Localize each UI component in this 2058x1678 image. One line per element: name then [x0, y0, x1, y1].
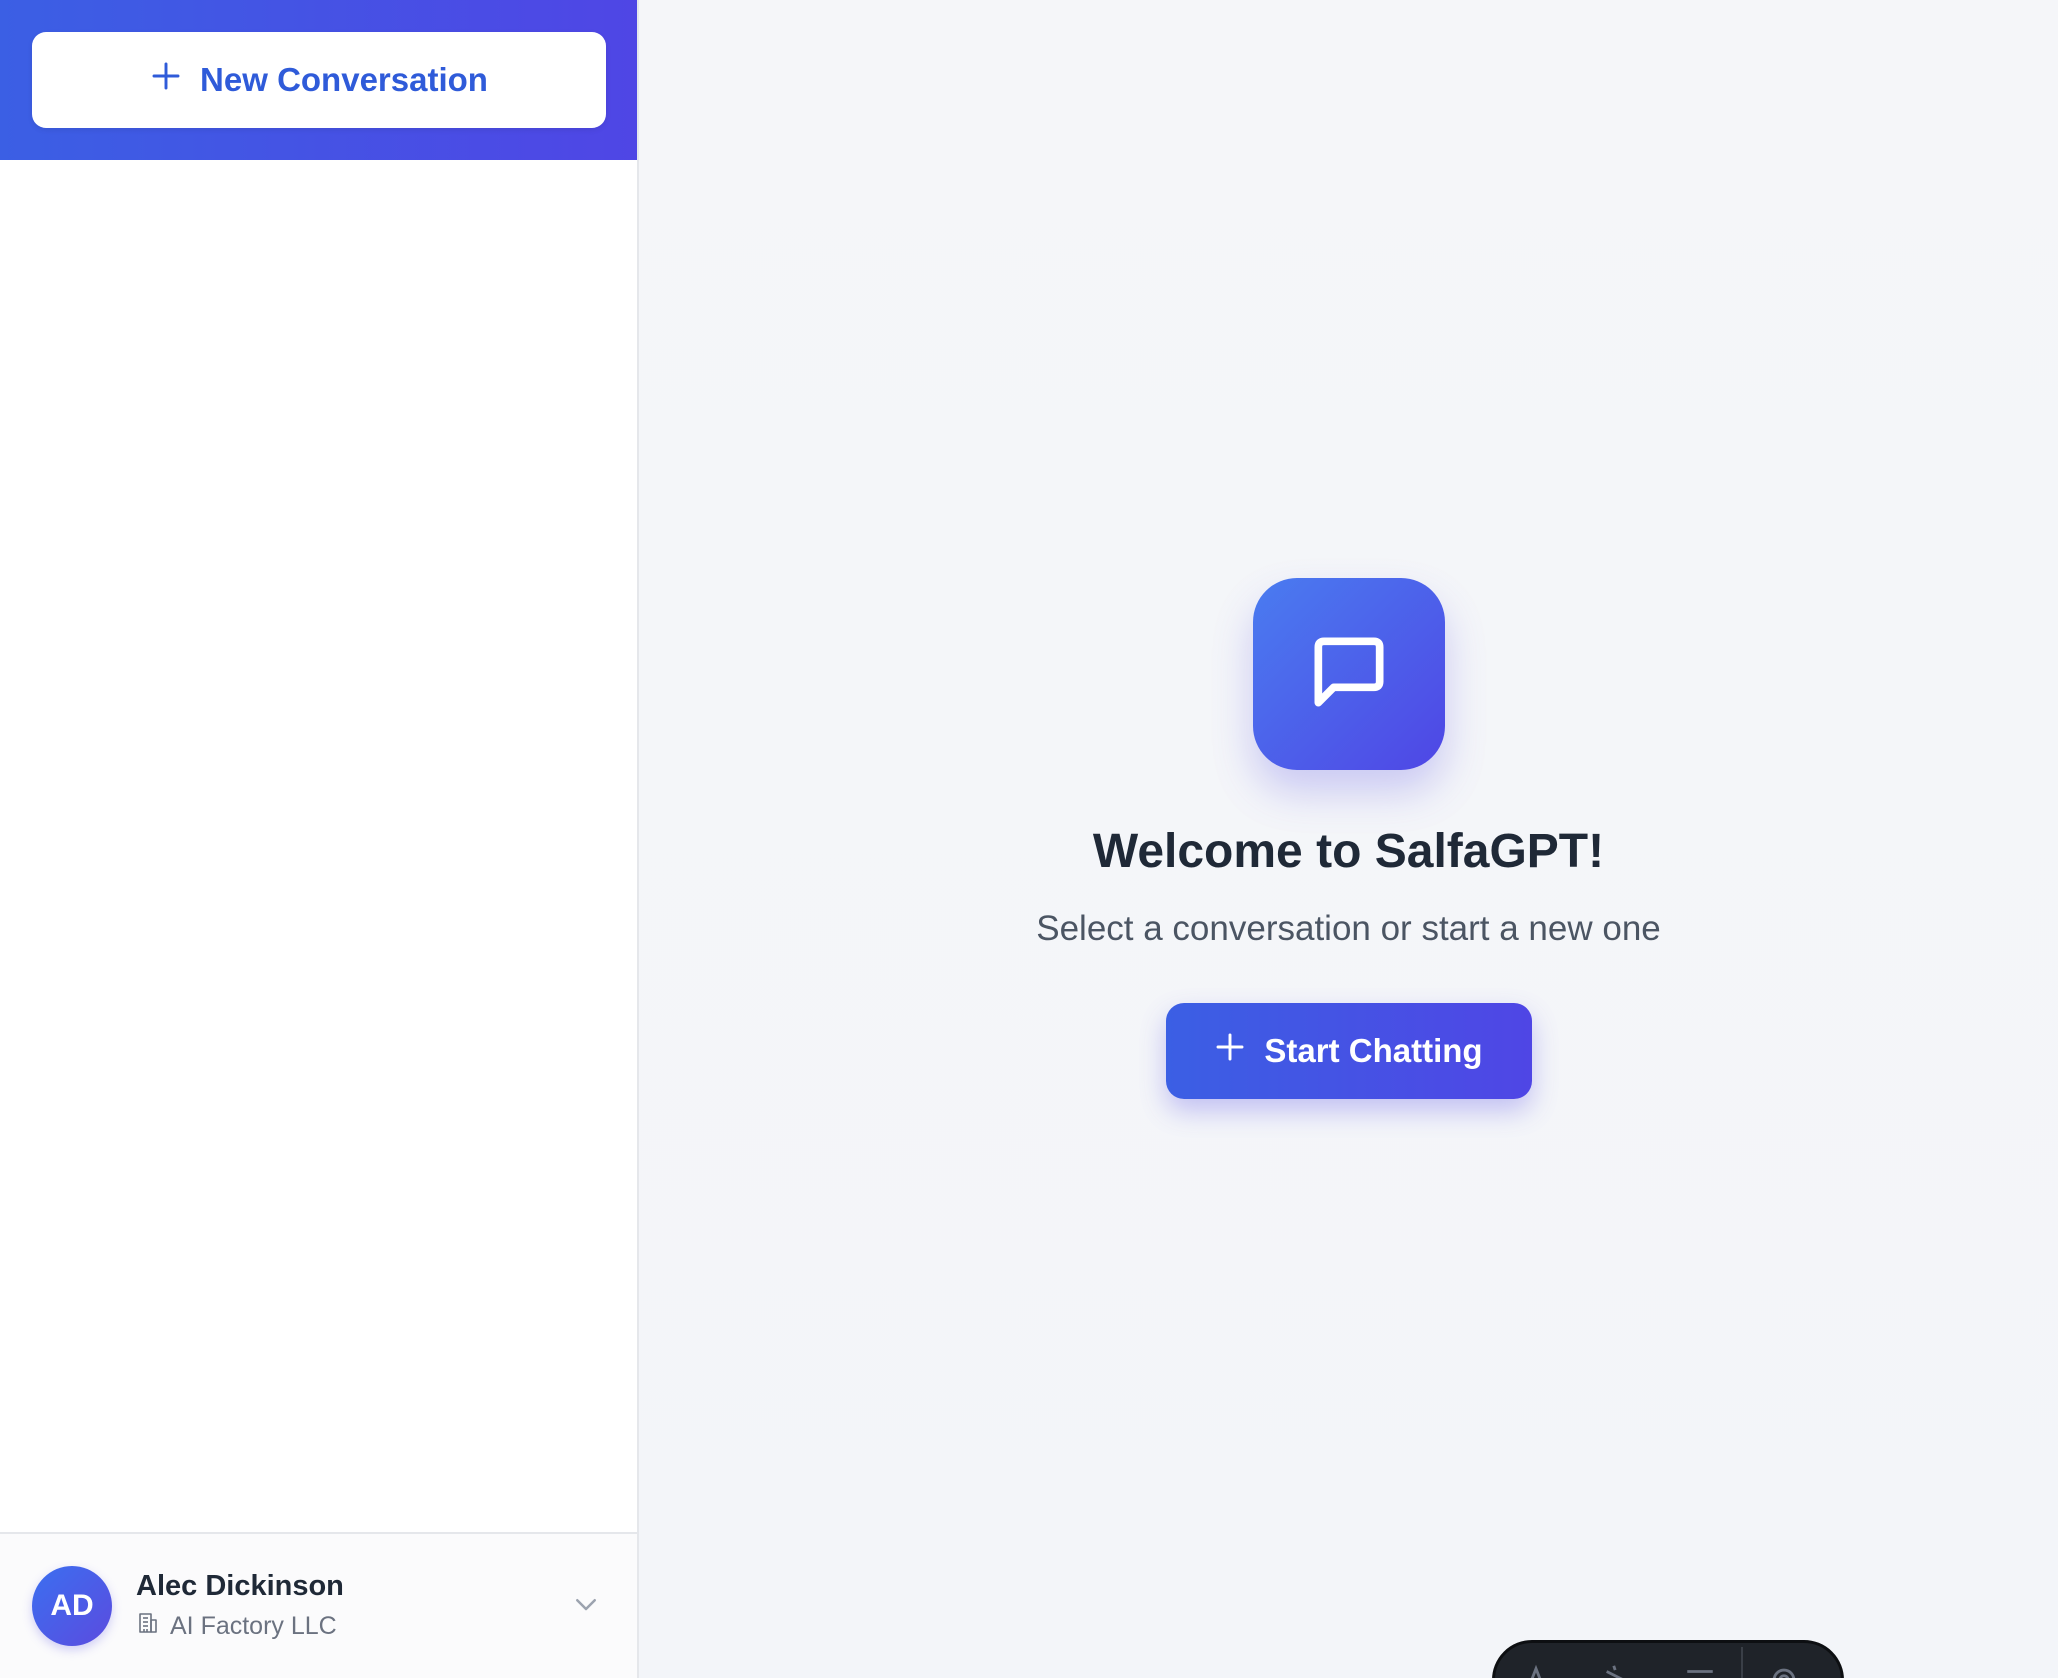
- menu-icon: [1683, 1663, 1717, 1678]
- building-icon: [136, 1611, 160, 1642]
- start-chatting-button[interactable]: Start Chatting: [1165, 1003, 1532, 1099]
- welcome-section: Welcome to SalfaGPT! Select a conversati…: [639, 578, 2058, 1099]
- chat-logo: [1252, 578, 1445, 770]
- user-name: Alec Dickinson: [136, 1570, 344, 1602]
- welcome-subtitle: Select a conversation or start a new one: [1036, 909, 1661, 948]
- new-conversation-button[interactable]: New Conversation: [32, 32, 606, 128]
- plus-icon: [1214, 1031, 1246, 1071]
- main-panel: Welcome to SalfaGPT! Select a conversati…: [639, 0, 2058, 1678]
- chat-bubble-icon: [1303, 626, 1395, 723]
- new-conversation-label: New Conversation: [200, 61, 488, 98]
- gear-icon: [1767, 1663, 1801, 1678]
- sidebar: New Conversation AD Alec Dickinson AI Fa…: [0, 0, 639, 1678]
- user-organization: AI Factory LLC: [136, 1611, 571, 1642]
- draw-tool-button[interactable]: [1577, 1663, 1659, 1678]
- app-root: New Conversation AD Alec Dickinson AI Fa…: [0, 0, 2058, 1678]
- avatar: AD: [32, 1566, 112, 1646]
- menu-tool-button[interactable]: [1659, 1663, 1741, 1678]
- plus-icon: [150, 60, 182, 100]
- chevron-down-icon[interactable]: [571, 1589, 605, 1624]
- organization-label: AI Factory LLC: [170, 1612, 337, 1640]
- floating-toolbar: [1492, 1640, 1844, 1678]
- settings-tool-button[interactable]: [1743, 1663, 1825, 1678]
- text-tool-button[interactable]: [1495, 1663, 1577, 1678]
- user-info: Alec Dickinson AI Factory LLC: [136, 1570, 571, 1642]
- text-icon: [1519, 1663, 1553, 1678]
- start-chatting-label: Start Chatting: [1264, 1032, 1483, 1069]
- conversation-list: [0, 160, 637, 1532]
- sidebar-header: New Conversation: [0, 0, 637, 160]
- draw-icon: [1601, 1663, 1635, 1678]
- welcome-title: Welcome to SalfaGPT!: [1092, 825, 1605, 878]
- user-menu[interactable]: AD Alec Dickinson AI Factory LLC: [0, 1532, 637, 1678]
